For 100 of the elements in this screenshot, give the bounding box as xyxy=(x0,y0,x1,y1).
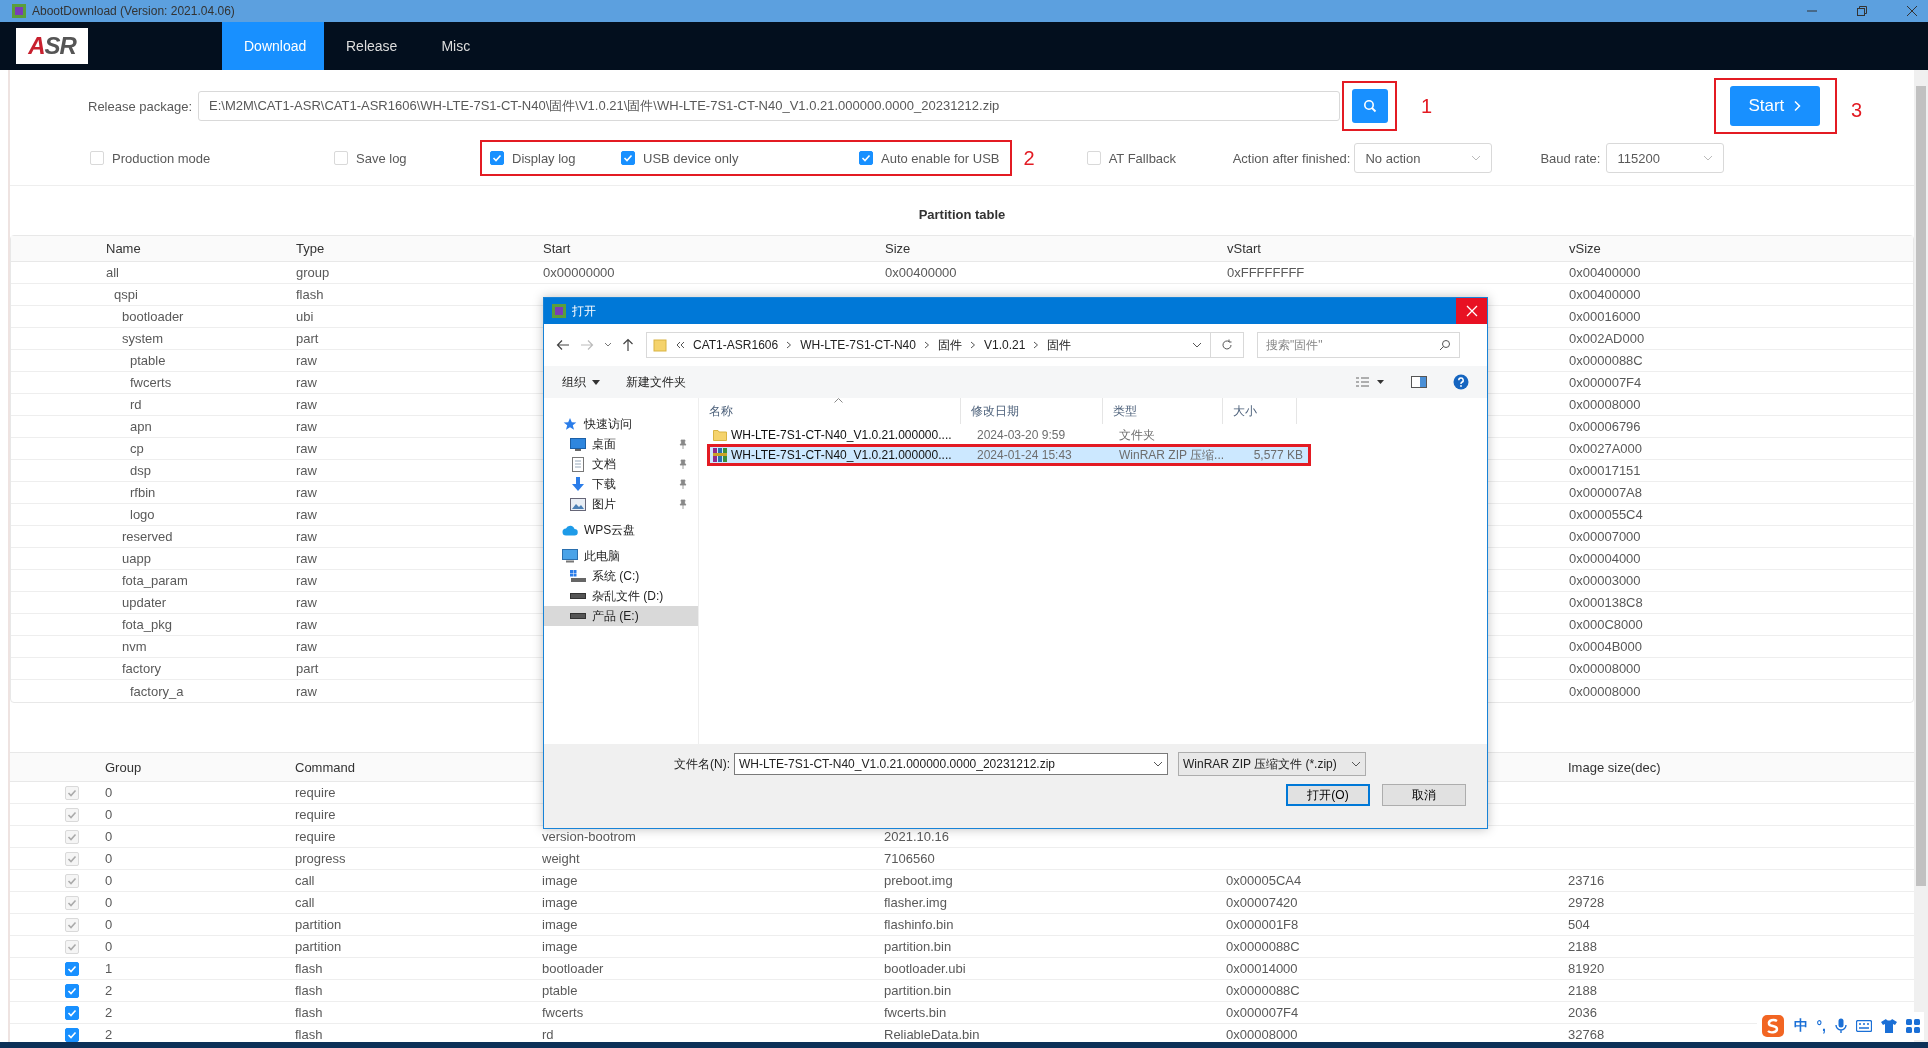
release-package-field[interactable]: E:\M2M\CAT1-ASR\CAT1-ASR1606\WH-LTE-7S1-CT-N40\固件\V1.0.21\固件\WH-LTE-7S1-CT-N40_V1.0.21.000000.0000_20231212.zip xyxy=(198,91,1341,121)
ime-logo-icon[interactable] xyxy=(1760,1014,1785,1038)
option-label: Display log xyxy=(512,150,576,166)
chevron-down-icon xyxy=(1703,155,1714,161)
column-header: Start xyxy=(543,241,571,256)
nav-item[interactable]: 杂乱文件 (D:) xyxy=(544,586,698,606)
nav-item[interactable]: 系统 (C:) xyxy=(544,566,698,586)
table-cell-text: apn xyxy=(129,419,152,434)
search-button[interactable] xyxy=(1351,89,1388,123)
view-options-icon[interactable] xyxy=(1355,376,1385,388)
action-select[interactable]: No action xyxy=(1354,143,1493,173)
nav-item[interactable]: 文档 xyxy=(544,454,698,474)
table-cell-text: cp xyxy=(129,441,144,456)
scrollbar[interactable] xyxy=(1914,70,1928,1042)
check-icon xyxy=(67,985,77,996)
nav-item[interactable]: 桌面 xyxy=(544,434,698,454)
dialog-button[interactable]: 打开(O) xyxy=(1286,784,1370,806)
checkbox[interactable] xyxy=(65,983,79,998)
table-cell: 0x000001F8 xyxy=(1226,917,1299,932)
toolbar-button[interactable]: 组织 xyxy=(562,373,600,391)
table-cell: 1 xyxy=(105,961,113,976)
drive-icon xyxy=(570,613,586,619)
tab[interactable]: Misc xyxy=(419,22,493,70)
file-type-select[interactable]: WinRAR ZIP 压缩文件 (*.zip) xyxy=(1178,752,1366,776)
checkbox[interactable] xyxy=(859,151,873,165)
column-header[interactable]: 大小 xyxy=(1223,398,1297,424)
nav-item[interactable]: 下载 xyxy=(544,474,698,494)
chevron-right-icon xyxy=(786,341,793,349)
table-cell-text: nvm xyxy=(121,639,147,654)
table-cell: 0x00008000 xyxy=(1226,1027,1298,1042)
table-cell: call xyxy=(295,895,315,910)
table-cell: image xyxy=(542,873,578,888)
file-name-field[interactable]: WH-LTE-7S1-CT-N40_V1.0.21.000000.0000_20231212.zip xyxy=(734,753,1168,775)
checkbox[interactable] xyxy=(65,1027,79,1042)
table-cell: raw xyxy=(296,397,317,412)
baud-rate-select[interactable]: 115200 xyxy=(1606,143,1725,173)
address-bar[interactable]: CAT1-ASR1606 WH-LTE-7S1-CT-N40 固件 V1.0.21 固件 xyxy=(646,332,1211,358)
apps-icon[interactable] xyxy=(1906,1019,1920,1033)
table-cell: fwcerts.bin xyxy=(884,1005,947,1020)
table-cell: 0 xyxy=(105,939,113,954)
tab[interactable]: Release xyxy=(324,22,420,70)
table-cell: 0x000007A8 xyxy=(1569,485,1642,500)
checkbox[interactable] xyxy=(65,1005,79,1020)
ime-mode-button[interactable]: °, xyxy=(1816,1018,1826,1034)
nav-item[interactable]: 此电脑 xyxy=(544,546,698,566)
table-cell: version-bootrom xyxy=(542,829,636,844)
refresh-button[interactable] xyxy=(1210,332,1244,358)
checkbox[interactable] xyxy=(65,961,79,976)
restore-icon[interactable] xyxy=(1856,5,1868,17)
refresh-icon xyxy=(1221,339,1233,351)
window-title: AbootDownload (Version: 2021.04.06) xyxy=(32,4,235,18)
checkbox[interactable] xyxy=(490,151,504,165)
check-icon xyxy=(492,153,502,163)
check-icon xyxy=(67,1029,77,1040)
toolbar-button[interactable]: 新建文件夹 xyxy=(626,373,686,391)
table-cell-text: dsp xyxy=(129,463,151,478)
column-header[interactable]: 修改日期 xyxy=(961,398,1103,424)
ime-mode-button[interactable]: 中 xyxy=(1793,1017,1808,1035)
table-cell: 23716 xyxy=(1568,873,1605,888)
app-icon xyxy=(552,304,566,318)
shirt-icon[interactable] xyxy=(1881,1019,1897,1033)
table-cell-text: fota_param xyxy=(121,573,188,588)
checkbox[interactable] xyxy=(621,151,635,165)
nav-item[interactable]: 快速访问 xyxy=(544,414,698,434)
table-cell: 2 xyxy=(105,983,113,998)
help-icon[interactable] xyxy=(1453,374,1469,390)
dropdown-icon[interactable] xyxy=(604,342,612,348)
option-label: Auto enable for USB xyxy=(881,150,1000,166)
column-header[interactable]: 类型 xyxy=(1103,398,1223,424)
microphone-icon[interactable] xyxy=(1835,1018,1847,1034)
table-cell: 0x00007420 xyxy=(1226,895,1298,910)
close-icon[interactable] xyxy=(1906,5,1918,17)
logo: ASR xyxy=(16,28,88,64)
file-row[interactable]: WH-LTE-7S1-CT-N40_V1.0.21.000000.... 2024-01-24 15:43 WinRAR ZIP 压缩... 5,577 KB xyxy=(709,446,1309,464)
nav-item[interactable]: WPS云盘 xyxy=(544,520,698,540)
column-header: Group xyxy=(105,759,142,775)
nav-item[interactable]: 产品 (E:) xyxy=(544,606,698,626)
table-cell: raw xyxy=(296,573,317,588)
table-cell: raw xyxy=(296,441,317,456)
back-icon[interactable] xyxy=(556,339,570,351)
up-icon[interactable] xyxy=(622,338,634,352)
check-icon xyxy=(861,153,871,163)
caret-icon xyxy=(592,379,600,385)
table-cell-text: bootloader xyxy=(121,309,184,324)
table-cell: 0x0000088C xyxy=(1569,353,1643,368)
forward-icon[interactable] xyxy=(580,339,594,351)
column-header[interactable]: 名称 xyxy=(699,398,961,424)
table-cell: partition.bin xyxy=(884,939,952,954)
search-field[interactable]: 搜索"固件" xyxy=(1257,332,1460,358)
nav-item[interactable]: 图片 xyxy=(544,494,698,514)
drive-icon xyxy=(570,593,586,599)
table-cell: 0 xyxy=(105,785,113,800)
preview-pane-icon[interactable] xyxy=(1411,376,1427,388)
table-cell: require xyxy=(295,807,336,822)
keyboard-icon[interactable] xyxy=(1856,1020,1872,1032)
dialog-button[interactable]: 取消 xyxy=(1382,784,1466,806)
close-button[interactable] xyxy=(1456,298,1487,324)
file-row[interactable]: WH-LTE-7S1-CT-N40_V1.0.21.000000.... 2024-03-20 9:59 文件夹 xyxy=(709,426,1309,444)
option-label: Save log xyxy=(356,150,407,166)
table-cell: 2188 xyxy=(1568,983,1597,998)
